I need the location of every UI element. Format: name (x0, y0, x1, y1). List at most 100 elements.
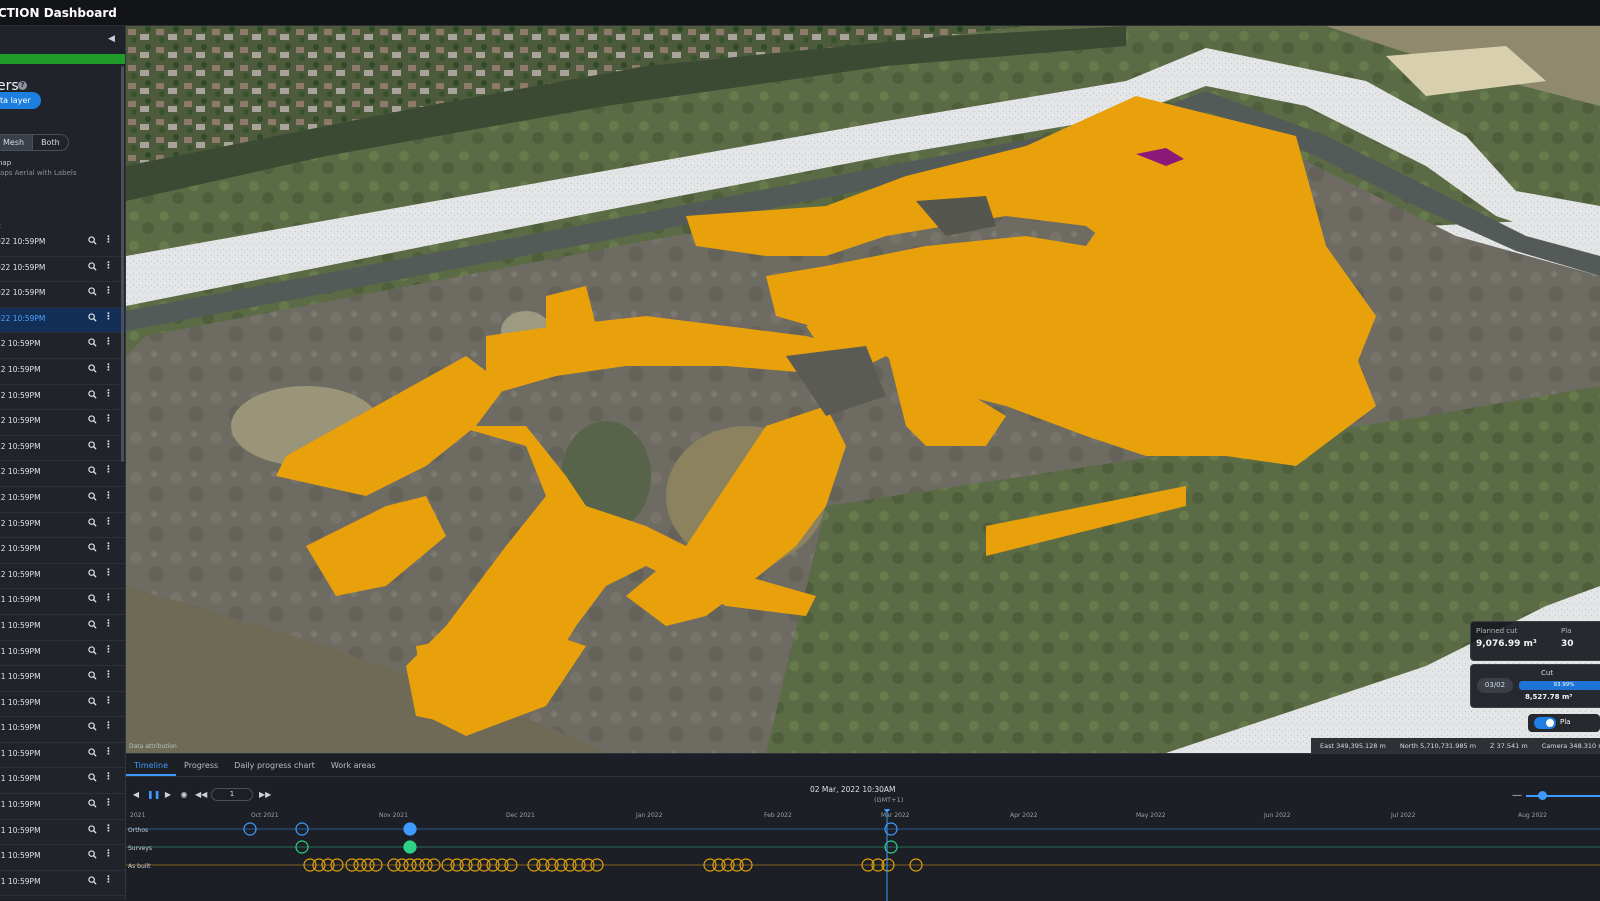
more-options-icon[interactable]: ⋮ (104, 414, 113, 424)
collapse-sidebar-icon[interactable]: ◀ (108, 34, 118, 44)
pause-icon[interactable]: ❚❚ (147, 790, 160, 800)
zoom-to-layer-icon[interactable] (88, 492, 97, 501)
ortho-marker[interactable] (403, 822, 417, 836)
more-options-icon[interactable]: ⋮ (104, 465, 113, 475)
more-options-icon[interactable]: ⋮ (104, 593, 113, 603)
layer-row[interactable]: 22 10:59PM ⋮ (0, 538, 125, 564)
zoom-to-layer-icon[interactable] (88, 517, 97, 527)
layer-row[interactable]: 22 10:59PM ⋮ (0, 385, 125, 411)
more-options-icon[interactable]: ⋮ (104, 312, 113, 322)
layer-row[interactable]: 21 10:59PM ⋮ (0, 845, 125, 871)
zoom-to-layer-icon[interactable] (88, 364, 97, 373)
zoom-to-layer-icon[interactable] (88, 645, 97, 655)
layer-row[interactable]: 21 10:59PM ⋮ (0, 666, 125, 692)
zoom-to-layer-icon[interactable] (88, 287, 97, 296)
more-options-icon[interactable]: ⋮ (104, 875, 113, 885)
layer-row[interactable]: 22 10:59PM ⋮ (0, 487, 125, 513)
layer-row[interactable]: 21 10:59PM ⋮ (0, 641, 125, 667)
more-options-icon[interactable]: ⋮ (104, 849, 113, 859)
zoom-to-layer-icon[interactable] (88, 415, 97, 424)
zoom-to-layer-icon[interactable] (88, 441, 97, 450)
tab-daily-progress-chart[interactable]: Daily progress chart (226, 754, 323, 776)
more-options-icon[interactable]: ⋮ (104, 517, 113, 527)
sidebar-mini-item[interactable]: lt (0, 222, 1, 230)
tab-progress[interactable]: Progress (176, 754, 226, 776)
zoom-to-layer-icon[interactable] (88, 824, 97, 834)
zoom-to-layer-icon[interactable] (88, 389, 97, 399)
tab-timeline[interactable]: Timeline (126, 754, 177, 776)
tab-work-areas[interactable]: Work areas (323, 754, 384, 776)
plan-toggle[interactable]: Pla (1528, 714, 1600, 732)
plan-toggle-switch[interactable] (1534, 717, 1556, 729)
zoom-to-layer-icon[interactable] (88, 722, 97, 731)
zoom-to-layer-icon[interactable] (88, 313, 97, 322)
layer-row[interactable]: 022 10:59PM ⋮ (0, 282, 125, 308)
more-options-icon[interactable]: ⋮ (104, 286, 113, 296)
more-options-icon[interactable]: ⋮ (104, 389, 113, 399)
zoom-to-layer-icon[interactable] (88, 620, 97, 629)
more-options-icon[interactable]: ⋮ (104, 798, 113, 808)
playback-speed-input[interactable]: 1 (211, 788, 253, 801)
more-options-icon[interactable]: ⋮ (104, 363, 113, 373)
zoom-to-layer-icon[interactable] (88, 338, 97, 347)
rewind-icon[interactable]: ◀◀ (195, 790, 207, 800)
zoom-to-layer-icon[interactable] (88, 748, 97, 757)
more-options-icon[interactable]: ⋮ (104, 235, 113, 245)
timeline-zoom-knob[interactable] (1538, 791, 1547, 800)
zoom-to-layer-icon[interactable] (88, 671, 97, 680)
zoom-to-layer-icon[interactable] (88, 569, 97, 578)
info-icon[interactable]: ? (18, 81, 27, 90)
play-icon[interactable]: ▶ (163, 790, 173, 800)
layer-row[interactable]: 21 10:59PM ⋮ (0, 743, 125, 769)
fast-forward-icon[interactable]: ▶▶ (259, 790, 271, 800)
step-back-icon[interactable]: ◀ (131, 790, 141, 800)
layer-row[interactable]: 21 10:59PM ⋮ (0, 717, 125, 743)
zoom-to-layer-icon[interactable] (88, 543, 97, 552)
zoom-to-layer-icon[interactable] (88, 850, 97, 859)
layer-row[interactable]: 21 10:59PM ⋮ (0, 692, 125, 718)
layer-row[interactable]: 22 10:59PM ⋮ (0, 333, 125, 359)
more-options-icon[interactable]: ⋮ (104, 696, 113, 706)
layer-row[interactable]: 022 10:59PM ⋮ (0, 307, 125, 334)
more-options-icon[interactable]: ⋮ (104, 491, 113, 501)
layer-row[interactable]: 22 10:59PM ⋮ (0, 359, 125, 385)
zoom-to-layer-icon[interactable] (88, 697, 97, 706)
more-options-icon[interactable]: ⋮ (104, 721, 113, 731)
layer-row[interactable]: 21 10:59PM ⋮ (0, 871, 125, 897)
zoom-to-layer-icon[interactable] (88, 799, 97, 808)
survey-marker[interactable] (403, 840, 417, 854)
more-options-icon[interactable]: ⋮ (104, 747, 113, 757)
more-options-icon[interactable]: ⋮ (104, 619, 113, 629)
layer-row[interactable]: 022 10:59PM ⋮ (0, 231, 125, 257)
map-viewport[interactable]: Data attribution Planned cut Pla 9,076.9… (126, 26, 1600, 753)
more-options-icon[interactable]: ⋮ (104, 824, 113, 834)
add-data-layer-button[interactable]: ta layer (0, 92, 41, 109)
layer-row[interactable]: 21 10:59PM ⋮ (0, 615, 125, 641)
zoom-to-layer-icon[interactable] (88, 773, 97, 783)
view-mode-both[interactable]: Both (32, 135, 68, 150)
layer-row[interactable]: 21 10:59PM ⋮ (0, 768, 125, 795)
basemap-value[interactable]: Maps Aerial with Labels (0, 169, 77, 177)
zoom-to-layer-icon[interactable] (88, 876, 97, 885)
more-options-icon[interactable]: ⋮ (104, 337, 113, 347)
layer-row[interactable]: 22 10:59PM ⋮ (0, 513, 125, 539)
view-mode-mesh[interactable]: Mesh (0, 135, 33, 150)
zoom-to-layer-icon[interactable] (88, 236, 97, 245)
more-options-icon[interactable]: ⋮ (104, 440, 113, 450)
more-options-icon[interactable]: ⋮ (104, 568, 113, 578)
more-options-icon[interactable]: ⋮ (104, 772, 113, 782)
more-options-icon[interactable]: ⋮ (104, 261, 113, 271)
layer-row[interactable]: 22 10:59PM ⋮ (0, 461, 125, 487)
zoom-to-layer-icon[interactable] (88, 466, 97, 475)
more-options-icon[interactable]: ⋮ (104, 645, 113, 655)
more-options-icon[interactable]: ⋮ (104, 670, 113, 680)
cut-date-pill[interactable]: 03/02 (1477, 678, 1513, 693)
zoom-to-layer-icon[interactable] (88, 261, 97, 271)
zoom-out-icon[interactable]: — (1512, 790, 1522, 801)
layer-row[interactable]: 22 10:59PM ⋮ (0, 564, 125, 590)
layer-row[interactable]: 21 10:59PM ⋮ (0, 589, 125, 615)
layer-row[interactable]: 022 10:59PM ⋮ (0, 257, 125, 283)
zoom-to-layer-icon[interactable] (88, 594, 97, 603)
layer-row[interactable]: 21 10:59PM ⋮ (0, 794, 125, 820)
layer-row[interactable]: 22 10:59PM ⋮ (0, 410, 125, 436)
